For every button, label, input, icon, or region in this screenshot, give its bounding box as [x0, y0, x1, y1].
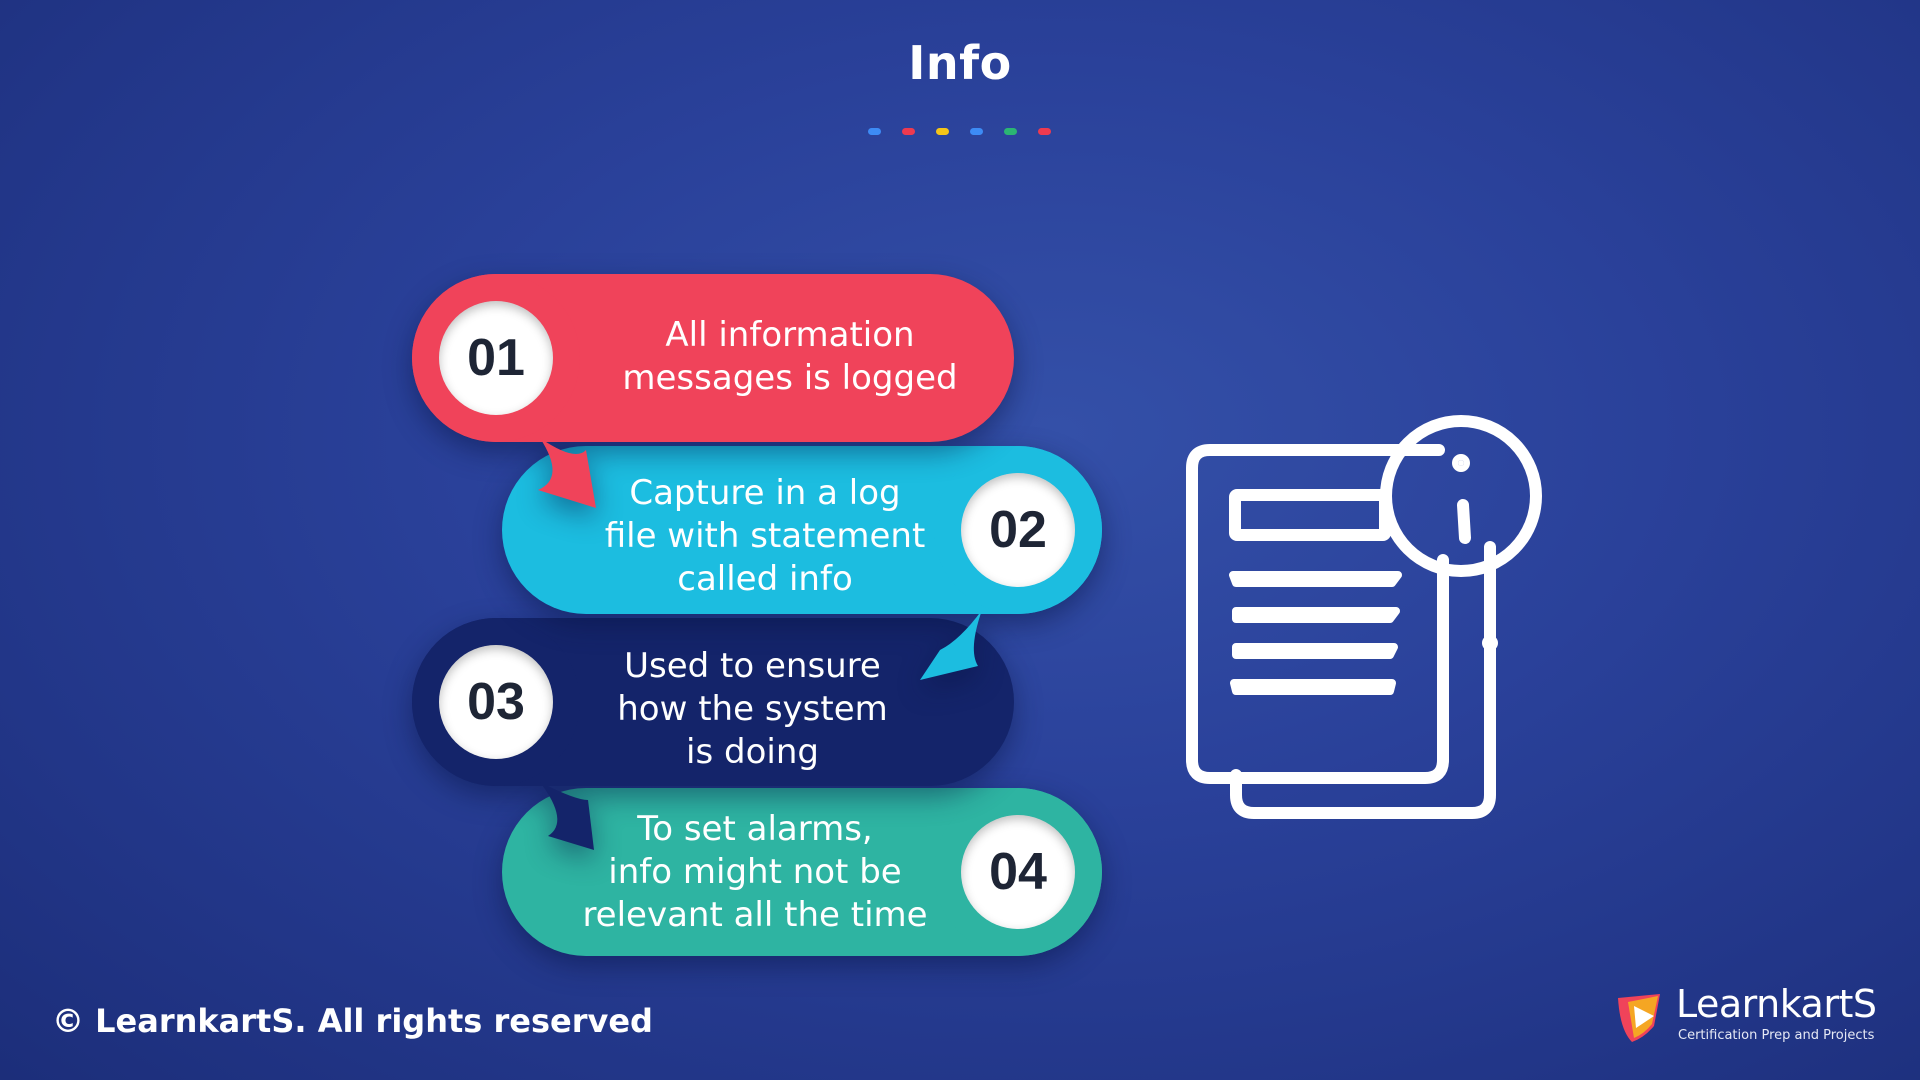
- step-2-number: 02: [961, 473, 1075, 587]
- brand-name: LearnkartS: [1676, 982, 1877, 1026]
- step-4-number: 04: [961, 815, 1075, 929]
- step-1-number: 01: [439, 301, 553, 415]
- document-info-icon: [1186, 415, 1542, 819]
- step-3-number: 03: [439, 645, 553, 759]
- step-2-text: Capture in a log file with statement cal…: [604, 473, 926, 599]
- step-1-text: All information messages is logged: [622, 315, 958, 398]
- copyright-notice: © LearnkartS. All rights reserved: [52, 1002, 653, 1040]
- brand-tagline: Certification Prep and Projects: [1678, 1028, 1875, 1043]
- infographic-steps: [412, 274, 1102, 956]
- step-4-text: To set alarms, info might not be relevan…: [582, 809, 928, 935]
- brand-logo: LearnkartS Certification Prep and Projec…: [1614, 982, 1877, 1048]
- learnkarts-logo-icon: [1618, 994, 1660, 1042]
- step-3-text: Used to ensure how the system is doing: [617, 646, 888, 772]
